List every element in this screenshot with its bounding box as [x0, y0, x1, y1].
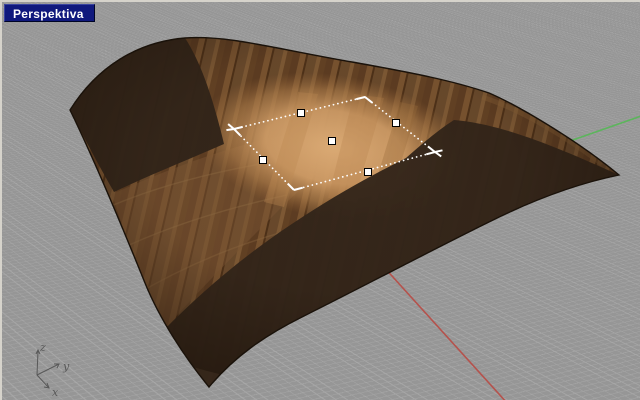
control-point-handle[interactable] — [365, 169, 372, 176]
gizmo-z-label: z — [39, 341, 46, 354]
viewport-title: Perspektiva — [13, 7, 84, 21]
gizmo-x-label: x — [52, 386, 59, 399]
gizmo-y-axis — [37, 364, 59, 375]
control-point-handle[interactable] — [298, 110, 305, 117]
cplane-y-axis — [570, 115, 640, 141]
scene-canvas: z y x — [2, 2, 640, 400]
gizmo-z-axis — [37, 351, 38, 375]
world-axis-gizmo: z y x — [36, 341, 70, 399]
gizmo-x-axis — [37, 375, 49, 388]
control-point-handle[interactable] — [329, 138, 336, 145]
perspective-viewport[interactable]: z y x Perspektiva — [0, 0, 640, 400]
control-point-handle[interactable] — [393, 120, 400, 127]
edge-shading-vignette — [2, 2, 640, 387]
viewport-title-tab[interactable]: Perspektiva — [4, 4, 95, 22]
control-point-handle[interactable] — [260, 157, 267, 164]
cplane-x-axis — [382, 265, 508, 400]
gizmo-y-label: y — [62, 360, 70, 373]
wood-surface-object[interactable] — [2, 2, 640, 400]
